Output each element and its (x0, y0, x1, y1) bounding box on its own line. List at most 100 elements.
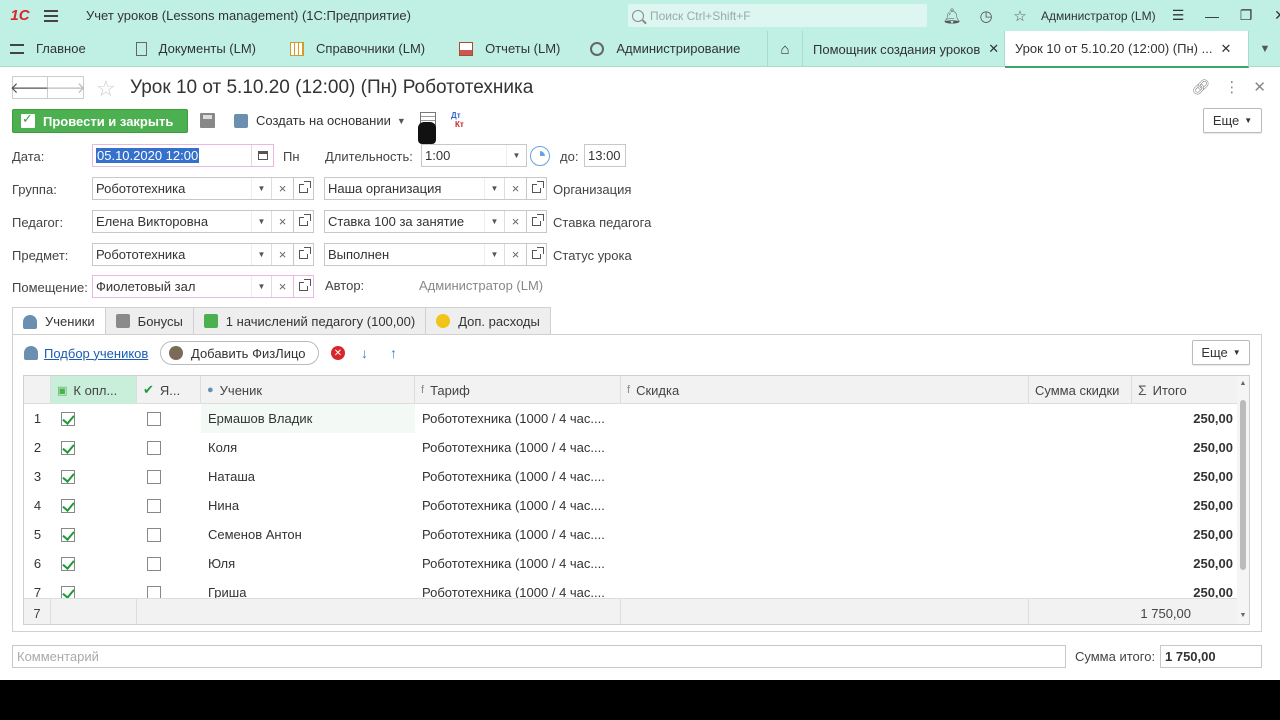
close-form-icon[interactable]: ✕ (1253, 78, 1266, 96)
header-student[interactable]: ● Ученик (201, 376, 415, 404)
checkbox[interactable] (147, 527, 161, 542)
close-tab-icon[interactable]: ✕ (1220, 41, 1231, 57)
clear-icon[interactable]: × (271, 244, 293, 265)
chevron-down-icon[interactable]: ▼ (484, 244, 504, 265)
table-row[interactable]: 2 Коля Робототехника (1000 / 4 час.... 250,… (24, 433, 1239, 462)
to-pay-checkbox[interactable] (51, 549, 85, 578)
save-icon[interactable] (200, 113, 215, 128)
header-total[interactable]: Σ Итого (1132, 376, 1239, 404)
checkbox[interactable] (147, 440, 161, 455)
students-more-button[interactable]: Еще ▼ (1192, 340, 1250, 365)
end-time-field[interactable]: 13:00 (584, 144, 626, 167)
open-icon[interactable] (527, 243, 547, 266)
to-pay-checkbox[interactable] (51, 520, 85, 549)
section-reports[interactable]: Отчеты (LM) (449, 31, 570, 67)
create-based-on-button[interactable]: Создать на основании ▼ (234, 113, 406, 128)
header-to-pay[interactable]: ▣ К опл... (51, 376, 137, 404)
table-row[interactable]: 4 Нина Робототехника (1000 / 4 час.... 250,… (24, 491, 1239, 520)
duration-field[interactable]: 1:00 ▼ (421, 144, 527, 167)
to-pay-checkbox[interactable] (51, 404, 85, 433)
clock-icon[interactable] (530, 146, 550, 166)
header-ya[interactable]: ✔ Я... (137, 376, 201, 404)
to-pay-checkbox[interactable] (51, 491, 85, 520)
chevron-down-icon[interactable]: ▼ (251, 178, 271, 199)
table-row[interactable]: 6 Юля Робототехника (1000 / 4 час.... 250,0… (24, 549, 1239, 578)
open-icon[interactable] (294, 177, 314, 200)
scroll-down-icon[interactable]: ▼ (1237, 612, 1249, 622)
checkbox[interactable] (147, 556, 161, 571)
close-window-button[interactable]: ✕ (1263, 0, 1280, 31)
clear-icon[interactable]: × (504, 178, 526, 199)
more-vertical-icon[interactable]: ⋮ (1224, 78, 1239, 96)
table-row[interactable]: 1 Ермашов Владик Робототехника (1000 / 4 ч… (24, 404, 1239, 433)
table-row[interactable]: 3 Наташа Робототехника (1000 / 4 час.... 25… (24, 462, 1239, 491)
section-documents[interactable]: Документы (LM) (126, 31, 266, 67)
calendar-icon[interactable] (251, 145, 273, 166)
main-menu-icon[interactable] (44, 0, 66, 31)
tabs-dropdown-icon[interactable]: ▼ (1250, 31, 1280, 67)
favorites-star-icon[interactable]: ☆ (1003, 0, 1037, 31)
home-tab-icon[interactable]: ⌂ (767, 31, 803, 67)
post-and-close-button[interactable]: Провести и закрыть (12, 109, 188, 133)
checkbox[interactable] (61, 469, 75, 484)
organization-field[interactable]: Наша организация ▼ × (324, 177, 527, 200)
clear-icon[interactable]: × (271, 178, 293, 199)
restore-button[interactable]: ❐ (1229, 0, 1263, 31)
back-button[interactable]: 🡐 (10, 76, 50, 99)
checkbox[interactable] (61, 411, 75, 426)
checkbox[interactable] (61, 498, 75, 513)
tab-teacher-accruals[interactable]: 1 начислений педагогу (100,00) (192, 307, 427, 334)
clear-icon[interactable]: × (504, 244, 526, 265)
minimize-button[interactable]: — (1195, 0, 1229, 31)
section-catalogs[interactable]: Справочники (LM) (280, 31, 435, 67)
chevron-down-icon[interactable]: ▼ (484, 211, 504, 232)
open-icon[interactable] (294, 275, 314, 298)
to-pay-checkbox[interactable] (51, 462, 85, 491)
forward-button[interactable]: 🡒 (45, 76, 86, 99)
chevron-down-icon[interactable]: ▼ (251, 276, 271, 297)
header-discount[interactable]: f Скидка (621, 376, 1029, 404)
delete-row-icon[interactable]: ✕ (331, 346, 345, 360)
section-admin[interactable]: Администрирование (580, 31, 750, 67)
history-icon[interactable]: ◷ (969, 0, 1003, 31)
table-row[interactable]: 5 Семенов Антон Робототехника (1000 / 4 ча… (24, 520, 1239, 549)
clear-icon[interactable]: × (271, 211, 293, 232)
checkbox[interactable] (147, 498, 161, 513)
checkbox[interactable] (61, 440, 75, 455)
ya-checkbox[interactable] (137, 549, 171, 578)
favorite-star-icon[interactable]: ☆ (96, 76, 116, 102)
tab-extra-expenses[interactable]: Доп. расходы (425, 307, 551, 334)
checkbox[interactable] (61, 527, 75, 542)
tab-bonuses[interactable]: Бонусы (104, 307, 194, 334)
open-icon[interactable] (294, 210, 314, 233)
to-pay-checkbox[interactable] (51, 433, 85, 462)
teacher-field[interactable]: Елена Викторовна ▼ × (92, 210, 294, 233)
settings-menu-icon[interactable]: ☰ (1161, 0, 1195, 31)
chevron-down-icon[interactable]: ▼ (251, 244, 271, 265)
date-field[interactable]: 05.10.2020 12:00 (92, 144, 274, 167)
clear-icon[interactable]: × (271, 276, 293, 297)
header-discount-sum[interactable]: Сумма скидки (1029, 376, 1132, 404)
ya-checkbox[interactable] (137, 433, 171, 462)
checkbox[interactable] (147, 469, 161, 484)
checkbox[interactable] (61, 556, 75, 571)
checkbox[interactable] (147, 411, 161, 426)
ya-checkbox[interactable] (137, 404, 171, 433)
dt-kt-movements-icon[interactable]: Дт Кт (451, 111, 464, 129)
tab-students[interactable]: Ученики (12, 307, 106, 335)
open-icon[interactable] (294, 243, 314, 266)
lesson-status-field[interactable]: Выполнен ▼ × (324, 243, 527, 266)
clear-icon[interactable]: × (504, 211, 526, 232)
tab-lesson-10[interactable]: Урок 10 от 5.10.20 (12:00) (Пн) ... ✕ (1005, 31, 1249, 68)
move-up-icon[interactable]: ↑ (390, 345, 397, 361)
open-icon[interactable] (527, 177, 547, 200)
teacher-rate-field[interactable]: Ставка 100 за занятие ▼ × (324, 210, 527, 233)
group-field[interactable]: Робототехника ▼ × (92, 177, 294, 200)
open-icon[interactable] (527, 210, 547, 233)
notifications-bell-icon[interactable]: 🔔︎ (935, 0, 969, 31)
scroll-thumb[interactable] (1240, 400, 1246, 570)
close-tab-icon[interactable]: ✕ (988, 41, 999, 57)
header-tariff[interactable]: f Тариф (415, 376, 621, 404)
section-main[interactable]: Главное (0, 31, 96, 67)
scroll-up-icon[interactable]: ▲ (1237, 380, 1249, 390)
